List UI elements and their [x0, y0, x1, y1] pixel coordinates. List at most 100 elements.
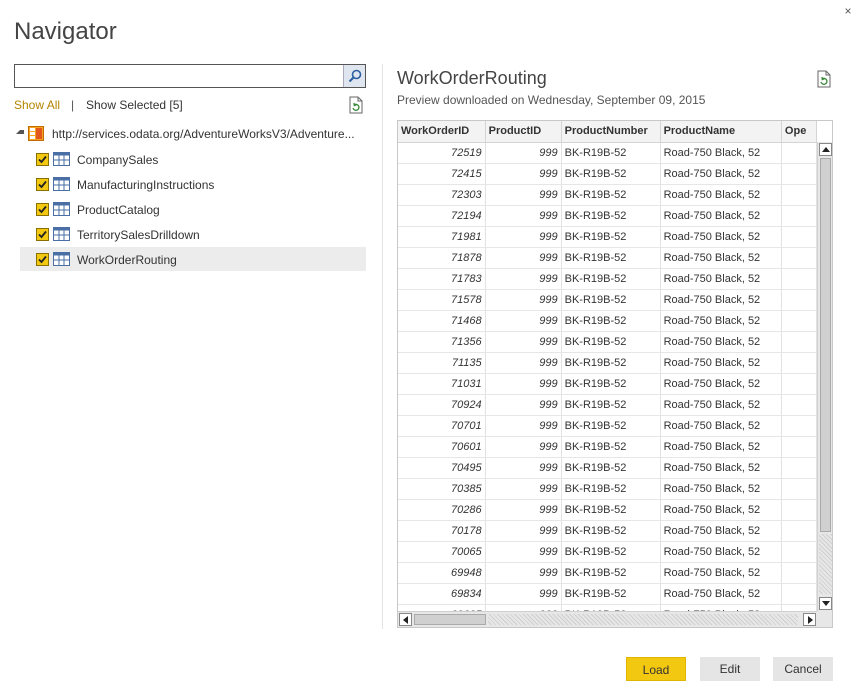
table-cell[interactable] — [781, 478, 817, 500]
search-button[interactable] — [343, 65, 365, 87]
table-cell[interactable]: Road-750 Black, 52 — [660, 457, 782, 479]
tree-item-territorysalesdrilldown[interactable]: TerritorySalesDrilldown — [20, 222, 366, 246]
table-cell[interactable]: 999 — [485, 205, 562, 227]
table-row[interactable]: 70385 999 BK-R19B-52 Road-750 Black, 52 — [398, 478, 817, 500]
table-cell[interactable]: 999 — [485, 583, 562, 605]
table-cell[interactable]: Road-750 Black, 52 — [660, 226, 782, 248]
table-cell[interactable]: BK-R19B-52 — [561, 373, 661, 395]
table-cell[interactable]: 999 — [485, 310, 562, 332]
table-cell[interactable]: Road-750 Black, 52 — [660, 604, 782, 611]
scroll-up-icon[interactable] — [819, 143, 832, 156]
table-cell[interactable]: BK-R19B-52 — [561, 436, 661, 458]
table-cell[interactable]: Road-750 Black, 52 — [660, 247, 782, 269]
table-row[interactable]: 70065 999 BK-R19B-52 Road-750 Black, 52 — [398, 541, 817, 563]
table-cell[interactable] — [781, 247, 817, 269]
table-cell[interactable]: 999 — [485, 268, 562, 290]
expand-triangle-icon[interactable] — [16, 130, 24, 134]
table-cell[interactable]: BK-R19B-52 — [561, 457, 661, 479]
table-cell[interactable] — [781, 457, 817, 479]
table-cell[interactable] — [781, 352, 817, 374]
show-selected-link[interactable]: Show Selected [5] — [86, 98, 183, 112]
table-row[interactable]: 71468 999 BK-R19B-52 Road-750 Black, 52 — [398, 310, 817, 332]
table-cell[interactable]: BK-R19B-52 — [561, 205, 661, 227]
table-cell[interactable]: 999 — [485, 436, 562, 458]
table-cell[interactable] — [781, 394, 817, 416]
table-row[interactable]: 72519 999 BK-R19B-52 Road-750 Black, 52 — [398, 142, 817, 164]
table-cell[interactable]: Road-750 Black, 52 — [660, 478, 782, 500]
column-header[interactable]: WorkOrderID — [398, 121, 486, 143]
table-cell[interactable]: 71135 — [398, 352, 486, 374]
table-cell[interactable]: BK-R19B-52 — [561, 331, 661, 353]
table-cell[interactable]: BK-R19B-52 — [561, 268, 661, 290]
table-cell[interactable]: BK-R19B-52 — [561, 226, 661, 248]
table-cell[interactable]: Road-750 Black, 52 — [660, 415, 782, 437]
refresh-icon[interactable] — [816, 70, 832, 88]
table-row[interactable]: 69948 999 BK-R19B-52 Road-750 Black, 52 — [398, 562, 817, 584]
table-cell[interactable]: 70495 — [398, 457, 486, 479]
table-cell[interactable] — [781, 268, 817, 290]
table-cell[interactable] — [781, 604, 817, 611]
table-row[interactable]: 72303 999 BK-R19B-52 Road-750 Black, 52 — [398, 184, 817, 206]
table-cell[interactable]: 69834 — [398, 583, 486, 605]
table-row[interactable]: 71878 999 BK-R19B-52 Road-750 Black, 52 — [398, 247, 817, 269]
table-cell[interactable] — [781, 310, 817, 332]
table-cell[interactable]: 71578 — [398, 289, 486, 311]
table-cell[interactable]: Road-750 Black, 52 — [660, 331, 782, 353]
table-cell[interactable]: BK-R19B-52 — [561, 394, 661, 416]
table-cell[interactable]: 71468 — [398, 310, 486, 332]
table-cell[interactable]: 999 — [485, 226, 562, 248]
table-row[interactable]: 70178 999 BK-R19B-52 Road-750 Black, 52 — [398, 520, 817, 542]
table-cell[interactable] — [781, 331, 817, 353]
cancel-button[interactable]: Cancel — [773, 657, 833, 681]
table-row[interactable]: 70286 999 BK-R19B-52 Road-750 Black, 52 — [398, 499, 817, 521]
table-cell[interactable]: BK-R19B-52 — [561, 163, 661, 185]
table-cell[interactable]: Road-750 Black, 52 — [660, 541, 782, 563]
table-row[interactable]: 71981 999 BK-R19B-52 Road-750 Black, 52 — [398, 226, 817, 248]
table-cell[interactable]: 70924 — [398, 394, 486, 416]
table-cell[interactable] — [781, 163, 817, 185]
table-cell[interactable]: 999 — [485, 331, 562, 353]
table-cell[interactable]: BK-R19B-52 — [561, 310, 661, 332]
table-row[interactable]: 71578 999 BK-R19B-52 Road-750 Black, 52 — [398, 289, 817, 311]
table-cell[interactable] — [781, 289, 817, 311]
horizontal-scrollbar[interactable] — [398, 611, 817, 627]
table-cell[interactable] — [781, 226, 817, 248]
table-cell[interactable]: 999 — [485, 184, 562, 206]
table-cell[interactable]: BK-R19B-52 — [561, 583, 661, 605]
table-cell[interactable]: 71031 — [398, 373, 486, 395]
table-row[interactable]: 71135 999 BK-R19B-52 Road-750 Black, 52 — [398, 352, 817, 374]
table-row[interactable]: 69834 999 BK-R19B-52 Road-750 Black, 52 — [398, 583, 817, 605]
table-cell[interactable]: 999 — [485, 562, 562, 584]
table-cell[interactable]: Road-750 Black, 52 — [660, 373, 782, 395]
table-cell[interactable]: 69948 — [398, 562, 486, 584]
table-cell[interactable]: 999 — [485, 142, 562, 164]
vertical-scrollbar[interactable] — [817, 142, 832, 611]
tree-item-productcatalog[interactable]: ProductCatalog — [20, 197, 366, 221]
column-header[interactable]: ProductName — [660, 121, 782, 143]
table-cell[interactable]: 999 — [485, 352, 562, 374]
table-cell[interactable]: Road-750 Black, 52 — [660, 562, 782, 584]
table-cell[interactable]: 72519 — [398, 142, 486, 164]
table-cell[interactable]: Road-750 Black, 52 — [660, 499, 782, 521]
table-cell[interactable]: Road-750 Black, 52 — [660, 268, 782, 290]
table-cell[interactable]: 71878 — [398, 247, 486, 269]
table-cell[interactable]: Road-750 Black, 52 — [660, 394, 782, 416]
table-cell[interactable]: BK-R19B-52 — [561, 142, 661, 164]
table-cell[interactable]: 999 — [485, 247, 562, 269]
vertical-scroll-thumb[interactable] — [820, 158, 831, 532]
table-cell[interactable] — [781, 436, 817, 458]
table-cell[interactable]: BK-R19B-52 — [561, 352, 661, 374]
load-button[interactable]: Load — [626, 657, 686, 681]
table-row[interactable]: 70924 999 BK-R19B-52 Road-750 Black, 52 — [398, 394, 817, 416]
table-row[interactable]: 70701 999 BK-R19B-52 Road-750 Black, 52 — [398, 415, 817, 437]
table-row[interactable]: 72194 999 BK-R19B-52 Road-750 Black, 52 — [398, 205, 817, 227]
close-icon[interactable]: × — [841, 4, 855, 18]
table-cell[interactable]: BK-R19B-52 — [561, 415, 661, 437]
table-row[interactable]: 71031 999 BK-R19B-52 Road-750 Black, 52 — [398, 373, 817, 395]
tree-item-manufacturinginstructions[interactable]: ManufacturingInstructions — [20, 172, 366, 196]
table-row[interactable]: 71356 999 BK-R19B-52 Road-750 Black, 52 — [398, 331, 817, 353]
scroll-right-icon[interactable] — [803, 613, 816, 626]
table-cell[interactable]: BK-R19B-52 — [561, 478, 661, 500]
checkbox-checked-icon[interactable] — [36, 178, 49, 191]
table-cell[interactable] — [781, 499, 817, 521]
